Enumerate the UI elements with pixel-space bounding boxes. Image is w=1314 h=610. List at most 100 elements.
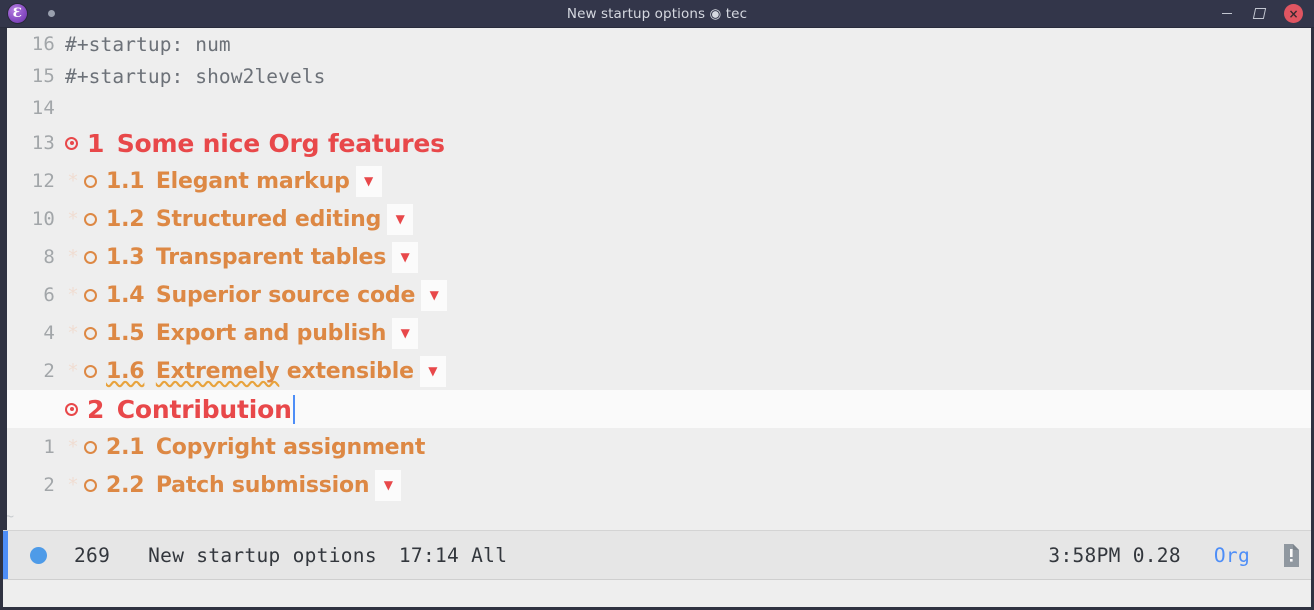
buffer-line[interactable]: 4*1.5 Export and publish▼ xyxy=(3,314,1311,352)
time-and-load: 3:58PM 0.28 xyxy=(1048,544,1180,567)
org-buffer[interactable]: ~ 16#+startup: num15#+startup: show2leve… xyxy=(3,28,1311,530)
heading-bullet-level1-icon[interactable] xyxy=(65,137,78,150)
flycheck-warning-icon[interactable] xyxy=(1280,544,1299,567)
emacs-frame: ~ 16#+startup: num15#+startup: show2leve… xyxy=(0,28,1314,610)
buffer-line[interactable]: 16#+startup: num xyxy=(3,28,1311,60)
heading-title: Extremely extensible xyxy=(156,359,414,384)
heading-text[interactable]: 1.2 Structured editing xyxy=(106,207,381,232)
heading-title: Structured editing xyxy=(156,207,381,232)
heading-bullet-level2-icon[interactable] xyxy=(84,251,97,264)
line-number: 10 xyxy=(3,208,65,230)
emacs-logo-glyph: Ɛ xyxy=(13,7,22,20)
heading-star-icon: * xyxy=(65,476,81,495)
heading-text[interactable]: 1.1 Elegant markup xyxy=(106,169,350,194)
folded-section-indicator[interactable]: ▼ xyxy=(420,356,446,387)
heading-bullet-level2-icon[interactable] xyxy=(84,327,97,340)
title-bar: Ɛ New startup options ◉ tec × xyxy=(0,0,1314,28)
folded-section-indicator[interactable]: ▼ xyxy=(387,204,413,235)
folded-section-indicator[interactable]: ▼ xyxy=(356,166,382,197)
chevron-down-icon: ▼ xyxy=(401,327,410,339)
buffer-line[interactable]: 14 xyxy=(3,92,1311,124)
heading-number: 1.2 xyxy=(106,207,144,232)
heading-text[interactable]: 1.6 Extremely extensible xyxy=(106,359,414,384)
org-keyword-text: #+startup: num xyxy=(65,33,231,56)
buffer-left-fringe xyxy=(3,28,7,530)
heading-number: 1.6 xyxy=(106,359,144,384)
line-number: 6 xyxy=(3,284,65,306)
buffer-line[interactable]: 1* 2.1 Copyright assignment xyxy=(3,428,1311,466)
heading-title: Export and publish xyxy=(156,321,386,346)
mode-line-accent-bar xyxy=(3,531,8,579)
heading-bullet-level2-icon[interactable] xyxy=(84,441,97,454)
heading-text[interactable]: 1.4 Superior source code xyxy=(106,283,415,308)
maximize-button[interactable] xyxy=(1251,5,1268,22)
heading-bullet-level2-icon[interactable] xyxy=(84,289,97,302)
heading-text[interactable]: 2 Contribution xyxy=(87,395,292,424)
heading-number: 1.3 xyxy=(106,245,144,270)
folded-section-indicator[interactable]: ▼ xyxy=(392,242,418,273)
buffer-line[interactable]: 2* 2.2 Patch submission ▼ xyxy=(3,466,1311,504)
close-button[interactable]: × xyxy=(1284,4,1303,23)
heading-bullet-level2-icon[interactable] xyxy=(84,175,97,188)
heading-title: Contribution xyxy=(117,395,292,424)
chevron-down-icon: ▼ xyxy=(384,479,393,491)
line-content: #+startup: num xyxy=(65,33,231,56)
org-keyword-text: #+startup: show2levels xyxy=(65,65,325,88)
line-content: * 1.6 Extremely extensible ▼ xyxy=(65,356,446,387)
line-content: * 1.1 Elegant markup▼ xyxy=(65,166,382,197)
buffer-line-current[interactable]: 172 Contribution xyxy=(3,390,1311,428)
buffer-line[interactable]: 2* 1.6 Extremely extensible ▼ xyxy=(3,352,1311,390)
heading-star-icon: * xyxy=(65,438,81,457)
heading-text[interactable]: 2.1 Copyright assignment xyxy=(106,435,425,460)
line-content: *1.2 Structured editing▼ xyxy=(65,204,413,235)
buffer-line[interactable]: 8*1.3 Transparent tables▼ xyxy=(3,238,1311,276)
line-content: * 2.1 Copyright assignment xyxy=(65,435,425,460)
buffer-line[interactable]: 13 1 Some nice Org features xyxy=(3,124,1311,162)
line-content: * 2.2 Patch submission ▼ xyxy=(65,470,401,501)
minimize-button[interactable] xyxy=(1218,5,1235,22)
heading-text[interactable]: 1 Some nice Org features xyxy=(87,129,445,158)
emacs-window: Ɛ New startup options ◉ tec × ~ 16#+star… xyxy=(0,0,1314,610)
line-number: 1 xyxy=(3,436,65,458)
buffer-name[interactable]: New startup options xyxy=(148,544,377,567)
buffer-line[interactable]: 6*1.4 Superior source code▼ xyxy=(3,276,1311,314)
buffer-line[interactable]: 15#+startup: show2levels xyxy=(3,60,1311,92)
heading-star-icon: * xyxy=(65,362,81,381)
heading-title: Some nice Org features xyxy=(117,129,445,158)
heading-title: Patch submission xyxy=(156,473,370,498)
buffer-line[interactable]: 10*1.2 Structured editing▼ xyxy=(3,200,1311,238)
heading-title: Transparent tables xyxy=(156,245,386,270)
heading-text[interactable]: 1.3 Transparent tables xyxy=(106,245,386,270)
text-cursor xyxy=(293,395,295,424)
heading-bullet-level2-icon[interactable] xyxy=(84,479,97,492)
heading-bullet-level2-icon[interactable] xyxy=(84,213,97,226)
major-mode-label[interactable]: Org xyxy=(1214,544,1250,567)
line-number: 13 xyxy=(3,132,65,154)
heading-bullet-level2-icon[interactable] xyxy=(84,365,97,378)
folded-section-indicator[interactable]: ▼ xyxy=(375,470,401,501)
line-number: 2 xyxy=(3,474,65,496)
heading-number: 1.4 xyxy=(106,283,144,308)
modified-status-icon xyxy=(30,547,47,564)
close-icon: × xyxy=(1288,8,1298,20)
echo-area[interactable] xyxy=(3,579,1311,607)
heading-star-icon: * xyxy=(65,172,81,191)
heading-star-icon: * xyxy=(65,324,81,343)
heading-text[interactable]: 1.5 Export and publish xyxy=(106,321,386,346)
line-number: 14 xyxy=(3,97,65,119)
word-count: 269 xyxy=(74,544,110,567)
heading-title: Superior source code xyxy=(156,283,415,308)
chevron-down-icon: ▼ xyxy=(401,251,410,263)
chevron-down-icon: ▼ xyxy=(396,213,405,225)
line-number: 16 xyxy=(3,33,65,55)
heading-number: 2.1 xyxy=(106,435,144,460)
line-number: 2 xyxy=(3,360,65,382)
chevron-down-icon: ▼ xyxy=(428,365,437,377)
misspelled-word: Extremely xyxy=(156,359,279,384)
cursor-position: 17:14 All xyxy=(399,544,507,567)
buffer-line[interactable]: 12*1.1 Elegant markup▼ xyxy=(3,162,1311,200)
folded-section-indicator[interactable]: ▼ xyxy=(392,318,418,349)
heading-text[interactable]: 2.2 Patch submission xyxy=(106,473,369,498)
heading-bullet-level1-icon[interactable] xyxy=(65,403,78,416)
folded-section-indicator[interactable]: ▼ xyxy=(421,280,447,311)
